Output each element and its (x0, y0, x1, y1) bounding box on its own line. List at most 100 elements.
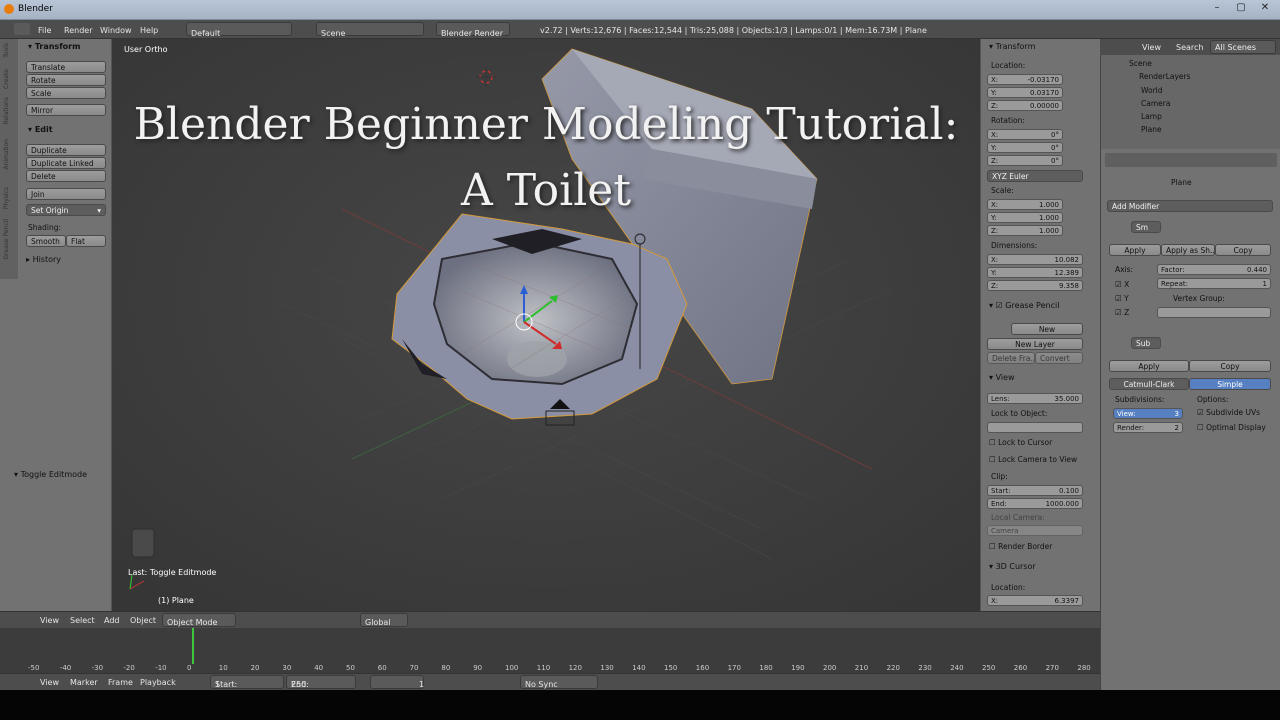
grease-pencil-header[interactable]: ▾ ☑ Grease Pencil (989, 301, 1059, 310)
rotation-mode-dropdown[interactable]: XYZ Euler (987, 170, 1083, 182)
gp-new-button[interactable]: New (1011, 323, 1083, 335)
duplicate-button[interactable]: Duplicate (26, 144, 106, 156)
timeline[interactable]: -50 -40 -30 -20 -10 0 10 20 30 40 50 60 70 80 90 100 110… (0, 628, 1100, 673)
gp-new-layer-button[interactable]: New Layer (987, 338, 1083, 350)
3d-viewport[interactable]: User Ortho Blender Beginner Modeling Tut… (112, 39, 980, 611)
catmull-clark-button[interactable]: Catmull-Clark (1109, 378, 1189, 390)
dimension-x-field[interactable]: X: 10.082 (987, 254, 1083, 265)
mod1-axis-y-checkbox[interactable]: ☑ Y (1115, 294, 1129, 303)
mod1-factor-field[interactable]: Factor: 0.440 (1157, 264, 1271, 275)
mod1-repeat-field[interactable]: Repeat: 1 (1157, 278, 1271, 289)
scale-y-field[interactable]: Y: 1.000 (987, 212, 1063, 223)
outliner-item-lamp[interactable]: Lamp (1141, 112, 1162, 121)
subdiv-view-field[interactable]: View: 3 (1113, 408, 1183, 419)
layout-selector[interactable]: Default (186, 22, 292, 38)
vp-object-menu[interactable]: Object (130, 616, 156, 625)
menu-window[interactable]: Window (100, 26, 132, 35)
maximize-button[interactable]: ▢ (1230, 0, 1252, 16)
outliner-item-camera[interactable]: Camera (1141, 99, 1170, 108)
tab-tools[interactable]: Tools (3, 43, 10, 58)
smooth-button[interactable]: Smooth (26, 235, 66, 247)
vp-select-menu[interactable]: Select (70, 616, 95, 625)
properties-tabs[interactable] (1105, 153, 1277, 167)
render-border-checkbox[interactable]: ☐ Render Border (989, 542, 1052, 551)
mod1-copy-button[interactable]: Copy (1215, 244, 1271, 256)
lock-object-field[interactable] (987, 422, 1083, 433)
vp-view-menu[interactable]: View (40, 616, 59, 625)
view-panel-header[interactable]: ▾ View (989, 373, 1015, 382)
scale-z-field[interactable]: Z: 1.000 (987, 225, 1063, 236)
current-frame-field[interactable]: 1 (370, 675, 424, 689)
clip-end-field[interactable]: End: 1000.000 (987, 498, 1083, 509)
mirror-button[interactable]: Mirror (26, 104, 106, 116)
tab-create[interactable]: Create (3, 69, 10, 89)
lock-cursor-checkbox[interactable]: ☐ Lock to Cursor (989, 438, 1052, 447)
flat-button[interactable]: Flat (66, 235, 106, 247)
smooth-modifier-header[interactable]: Sm (1131, 221, 1161, 233)
cursor-x-field[interactable]: X: 6.3397 (987, 595, 1083, 606)
mode-selector[interactable]: Object Mode (162, 613, 236, 627)
duplicate-linked-button[interactable]: Duplicate Linked (26, 157, 106, 169)
outliner-view-menu[interactable]: View (1142, 43, 1161, 52)
rotation-y-field[interactable]: Y: 0° (987, 142, 1063, 153)
editor-type-icon[interactable] (14, 23, 30, 35)
tl-view-menu[interactable]: View (40, 678, 59, 687)
outliner-filter-selector[interactable]: All Scenes (1210, 40, 1276, 54)
menu-file[interactable]: File (38, 26, 51, 35)
optimal-display-checkbox[interactable]: ☐ Optimal Display (1197, 423, 1266, 432)
edit-panel-header[interactable]: ▾ Edit (28, 125, 53, 134)
tl-frame-menu[interactable]: Frame (108, 678, 133, 687)
history-panel-header[interactable]: ▸ History (26, 255, 61, 264)
render-engine-selector[interactable]: Blender Render (436, 22, 510, 38)
vp-add-menu[interactable]: Add (104, 616, 120, 625)
clip-start-field[interactable]: Start: 0.100 (987, 485, 1083, 496)
dimension-y-field[interactable]: Y: 12.389 (987, 267, 1083, 278)
transform-panel-header[interactable]: ▾ Transform (28, 42, 80, 51)
orientation-selector[interactable]: Global (360, 613, 408, 627)
mod1-apply-shape-button[interactable]: Apply as Sh... (1161, 244, 1215, 256)
outliner-search-menu[interactable]: Search (1176, 43, 1203, 52)
tab-animation[interactable]: Animation (3, 139, 10, 170)
tl-playback-menu[interactable]: Playback (140, 678, 176, 687)
npanel-transform-header[interactable]: ▾ Transform (989, 42, 1035, 51)
toggle-editmode-panel[interactable]: ▾ Toggle Editmode (14, 470, 87, 479)
local-camera-field[interactable]: Camera (987, 525, 1083, 536)
outliner-item-scene[interactable]: Scene (1129, 59, 1152, 68)
mod1-axis-x-checkbox[interactable]: ☑ X (1115, 280, 1129, 289)
end-frame-field[interactable]: End: 250 (286, 675, 356, 689)
outliner-item-plane[interactable]: Plane (1141, 125, 1162, 134)
gp-delete-frame-button[interactable]: Delete Fra... (987, 352, 1035, 364)
mod1-vertex-group-field[interactable] (1157, 307, 1271, 318)
menu-help[interactable]: Help (140, 26, 158, 35)
minimize-button[interactable]: – (1206, 0, 1228, 16)
outliner-item-renderlayers[interactable]: RenderLayers (1139, 72, 1191, 81)
mod2-copy-button[interactable]: Copy (1189, 360, 1271, 372)
scale-button[interactable]: Scale (26, 87, 106, 99)
delete-button[interactable]: Delete (26, 170, 106, 182)
location-y-field[interactable]: Y: 0.03170 (987, 87, 1063, 98)
subdiv-render-field[interactable]: Render: 2 (1113, 422, 1183, 433)
add-modifier-dropdown[interactable]: Add Modifier (1107, 200, 1273, 212)
lock-camera-checkbox[interactable]: ☐ Lock Camera to View (989, 455, 1077, 464)
tab-relations[interactable]: Relations (3, 97, 10, 125)
start-frame-field[interactable]: Start: 1 (210, 675, 284, 689)
scale-x-field[interactable]: X: 1.000 (987, 199, 1063, 210)
rotate-button[interactable]: Rotate (26, 74, 106, 86)
close-button[interactable]: ✕ (1254, 0, 1276, 16)
location-x-field[interactable]: X: -0.03170 (987, 74, 1063, 85)
current-frame-marker[interactable] (192, 628, 194, 664)
set-origin-dropdown[interactable]: Set Origin ▾ (26, 204, 106, 216)
scene-selector[interactable]: Scene (316, 22, 424, 38)
tab-grease-pencil[interactable]: Grease Pencil (3, 219, 10, 260)
location-z-field[interactable]: Z: 0.00000 (987, 100, 1063, 111)
outliner-item-world[interactable]: World (1141, 86, 1163, 95)
subsurf-modifier-header[interactable]: Sub (1131, 337, 1161, 349)
translate-button[interactable]: Translate (26, 61, 106, 73)
tl-marker-menu[interactable]: Marker (70, 678, 98, 687)
simple-button[interactable]: Simple (1189, 378, 1271, 390)
dimension-z-field[interactable]: Z: 9.358 (987, 280, 1083, 291)
mod2-apply-button[interactable]: Apply (1109, 360, 1189, 372)
rotation-x-field[interactable]: X: 0° (987, 129, 1063, 140)
mod1-apply-button[interactable]: Apply (1109, 244, 1161, 256)
menu-render[interactable]: Render (64, 26, 92, 35)
